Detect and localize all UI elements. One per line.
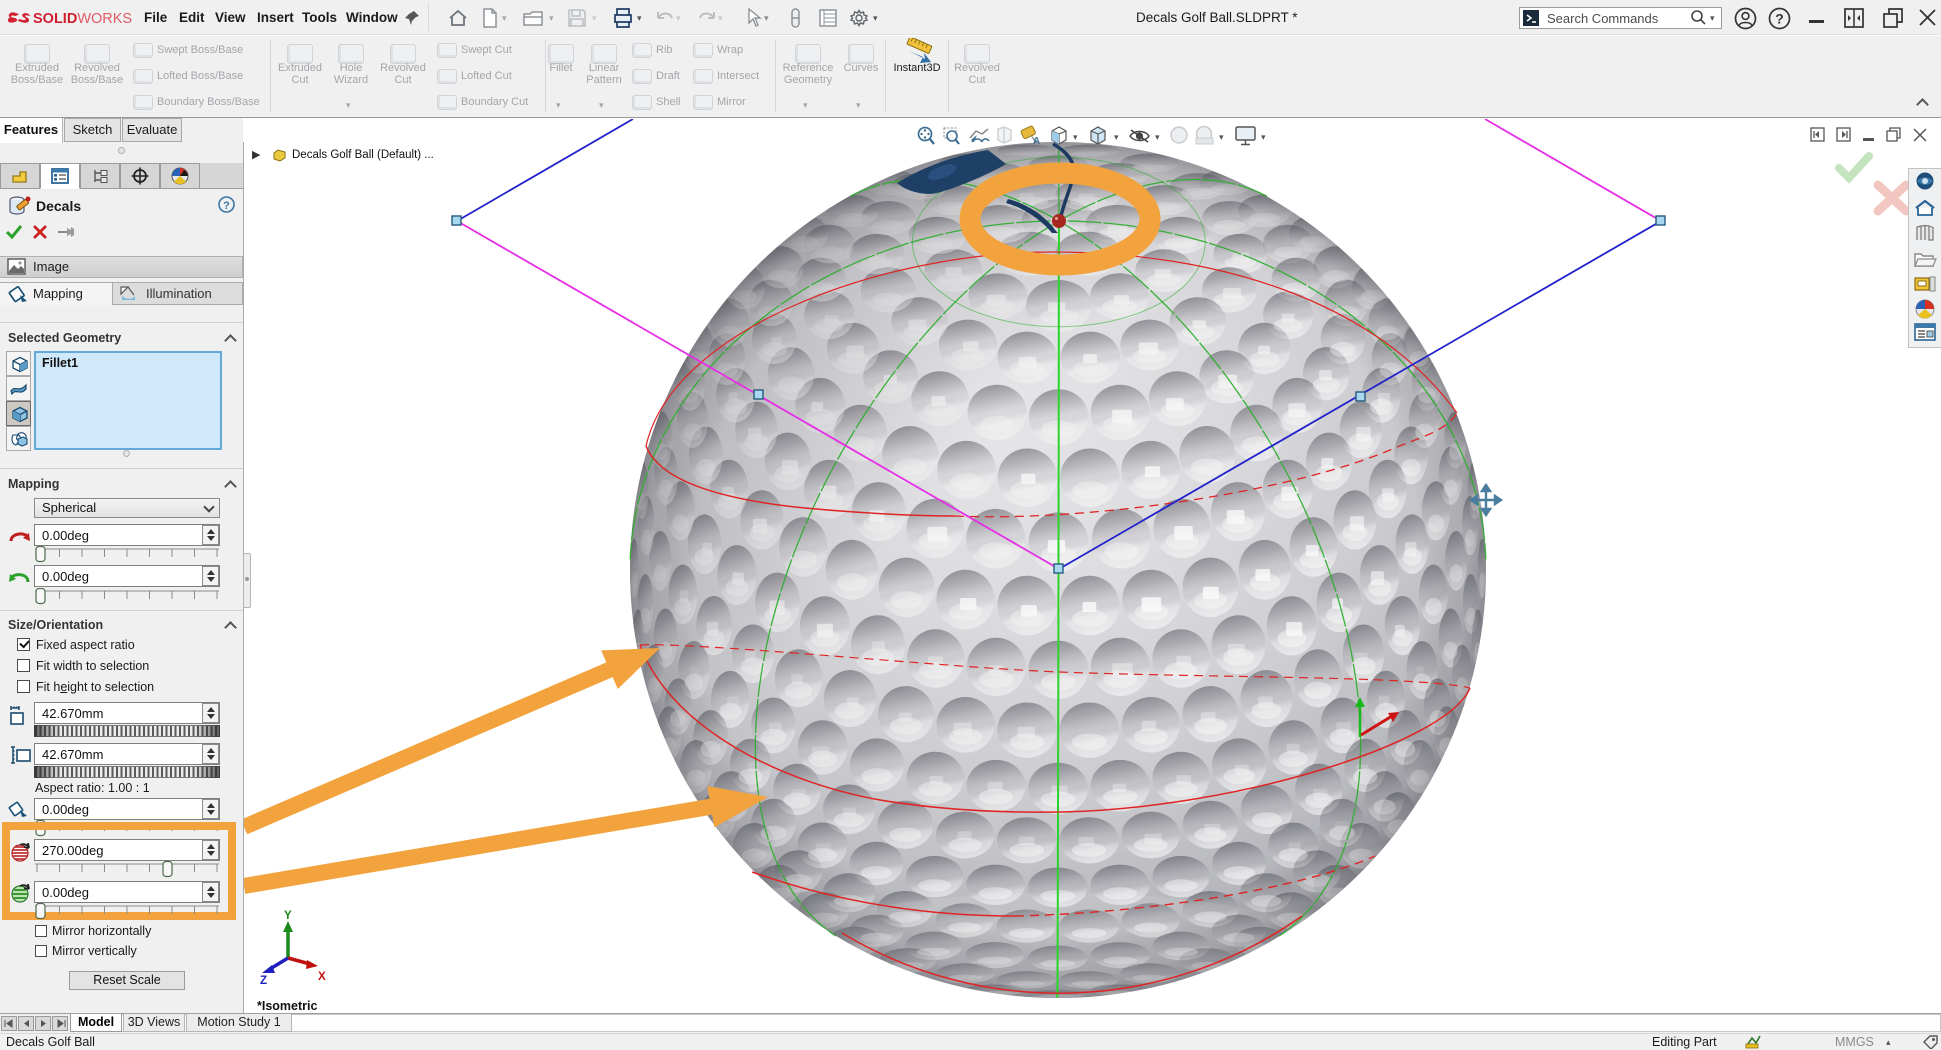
svg-text:A: A: [1033, 136, 1040, 147]
svg-text:Z: Z: [260, 975, 267, 987]
svg-text:?: ?: [1775, 11, 1784, 27]
svg-text:X: X: [318, 971, 326, 983]
svg-text:Y: Y: [284, 910, 292, 922]
svg-text:?: ?: [223, 200, 230, 212]
